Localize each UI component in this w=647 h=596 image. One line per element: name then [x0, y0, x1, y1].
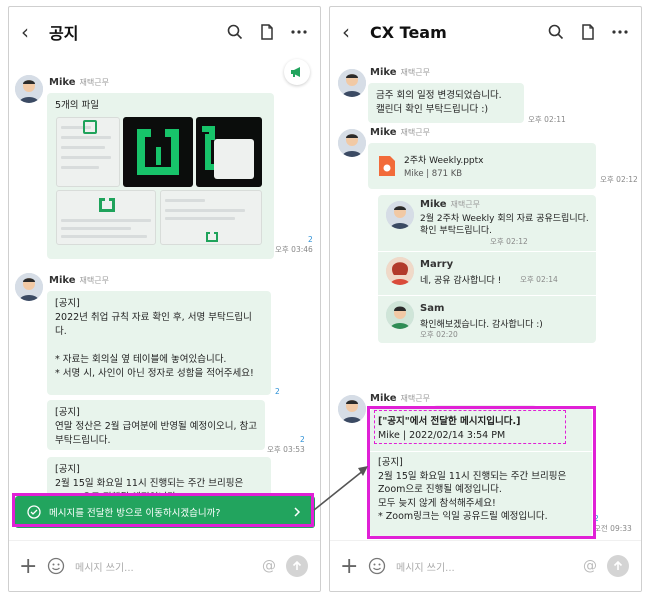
search-icon[interactable]	[545, 21, 567, 43]
thread-message: 2월 2주차 Weekly 회의 자료 공유드립니다. 확인 부탁드립니다.	[420, 214, 589, 236]
file-name: 2주차 Weekly.pptx	[404, 156, 484, 166]
plus-icon[interactable]: +	[19, 554, 41, 579]
sender-name: Mike 재택근무	[370, 393, 430, 404]
more-icon[interactable]	[288, 21, 310, 43]
message-input[interactable]: 메시지 쓰기...	[396, 559, 583, 574]
avatar[interactable]	[338, 69, 366, 97]
forward-header-highlight	[374, 410, 566, 444]
send-icon[interactable]	[607, 555, 629, 577]
thread-message: 네, 공유 감사합니다 !	[420, 276, 502, 286]
avatar[interactable]	[338, 129, 366, 157]
emoji-icon[interactable]	[47, 557, 65, 575]
message-input-bar: + 메시지 쓰기... @	[9, 540, 320, 591]
file-info: Mike | 871 KB	[404, 169, 463, 179]
message-time: 오후 02:12	[490, 237, 528, 246]
plus-icon[interactable]: +	[340, 554, 362, 579]
megaphone-icon[interactable]	[284, 59, 310, 85]
sender-name: Mike 재택근무	[370, 67, 430, 78]
cx-team-chat-panel: ‹ CX Team Mike 재택근무 금주 회의 일정 변경되었습니다. 캘린더…	[329, 6, 642, 592]
image-thumbnail[interactable]	[56, 117, 120, 187]
avatar[interactable]	[386, 257, 414, 285]
sender-name: Sam	[420, 303, 445, 314]
avatar[interactable]	[338, 395, 366, 423]
read-count: 2	[275, 387, 280, 396]
pptx-file-icon	[379, 156, 395, 176]
toast-highlight	[12, 493, 314, 527]
notice-bubble[interactable]: [공지] 연말 정산은 2월 급여분에 반영될 예정이오니, 참고 부탁드립니다…	[47, 400, 265, 450]
more-icon[interactable]	[609, 21, 631, 43]
at-icon[interactable]: @	[262, 558, 276, 574]
message-list[interactable]: Mike 재택근무 금주 회의 일정 변경되었습니다. 캘린더 확인 부탁드립니다…	[330, 57, 641, 539]
search-icon[interactable]	[224, 21, 246, 43]
sender-name: Marry	[420, 259, 454, 270]
image-thumbnail[interactable]	[123, 117, 193, 187]
chat-header: ‹ CX Team	[330, 7, 641, 57]
message-time: 오후 02:14	[520, 275, 558, 284]
avatar[interactable]	[386, 301, 414, 329]
message-list[interactable]: Mike 재택근무 5개의 파일 2 오후 03:46 Mike 재택근무 [공…	[9, 57, 320, 539]
emoji-icon[interactable]	[368, 557, 386, 575]
message-time: 오후 02:12	[600, 175, 638, 184]
message-input-bar: + 메시지 쓰기... @	[330, 540, 641, 591]
sender-name: Mike 재택근무	[420, 199, 480, 210]
chat-header: ‹ 공지	[9, 7, 320, 57]
chat-title: 공지	[49, 24, 79, 43]
message-time: 오후 02:20	[420, 330, 458, 339]
chat-title: CX Team	[370, 22, 447, 42]
send-icon[interactable]	[286, 555, 308, 577]
sender-name: Mike 재택근무	[49, 77, 109, 88]
avatar[interactable]	[386, 201, 414, 229]
file-icon[interactable]	[577, 21, 599, 43]
message-input[interactable]: 메시지 쓰기...	[75, 559, 262, 574]
back-icon[interactable]: ‹	[342, 20, 356, 44]
avatar[interactable]	[15, 273, 43, 301]
notice-bubble[interactable]: [공지] 2022년 취업 규칙 자료 확인 후, 서명 부탁드립니다. * 자…	[47, 291, 271, 395]
back-icon[interactable]: ‹	[21, 20, 35, 44]
message-time: 오후 02:11	[528, 115, 566, 124]
file-icon[interactable]	[256, 21, 278, 43]
text-bubble[interactable]: 금주 회의 일정 변경되었습니다. 캘린더 확인 부탁드립니다 :)	[368, 83, 524, 123]
image-thumbnail[interactable]	[56, 190, 156, 245]
image-thumbnail[interactable]	[196, 117, 262, 187]
sender-name: Mike 재택근무	[370, 127, 430, 138]
file-count-label: 5개의 파일	[55, 100, 100, 111]
at-icon[interactable]: @	[583, 558, 597, 574]
sender-name: Mike 재택근무	[49, 275, 109, 286]
message-meta: 2 오후 03:46	[275, 235, 313, 254]
image-thumbnail[interactable]	[160, 190, 262, 245]
thread-card[interactable]: Mike 재택근무 2월 2주차 Weekly 회의 자료 공유드립니다. 확인 …	[378, 195, 596, 343]
thread-message: 확인해보겠습니다. 감사합니다 :)	[420, 320, 543, 330]
message-meta: 2 오후 03:53	[267, 435, 305, 454]
message-meta: 2 오전 09:33	[594, 514, 632, 533]
file-attachment-card[interactable]: 2주차 Weekly.pptx Mike | 871 KB	[368, 143, 596, 189]
file-bubble[interactable]: 5개의 파일	[47, 93, 274, 259]
avatar[interactable]	[15, 75, 43, 103]
